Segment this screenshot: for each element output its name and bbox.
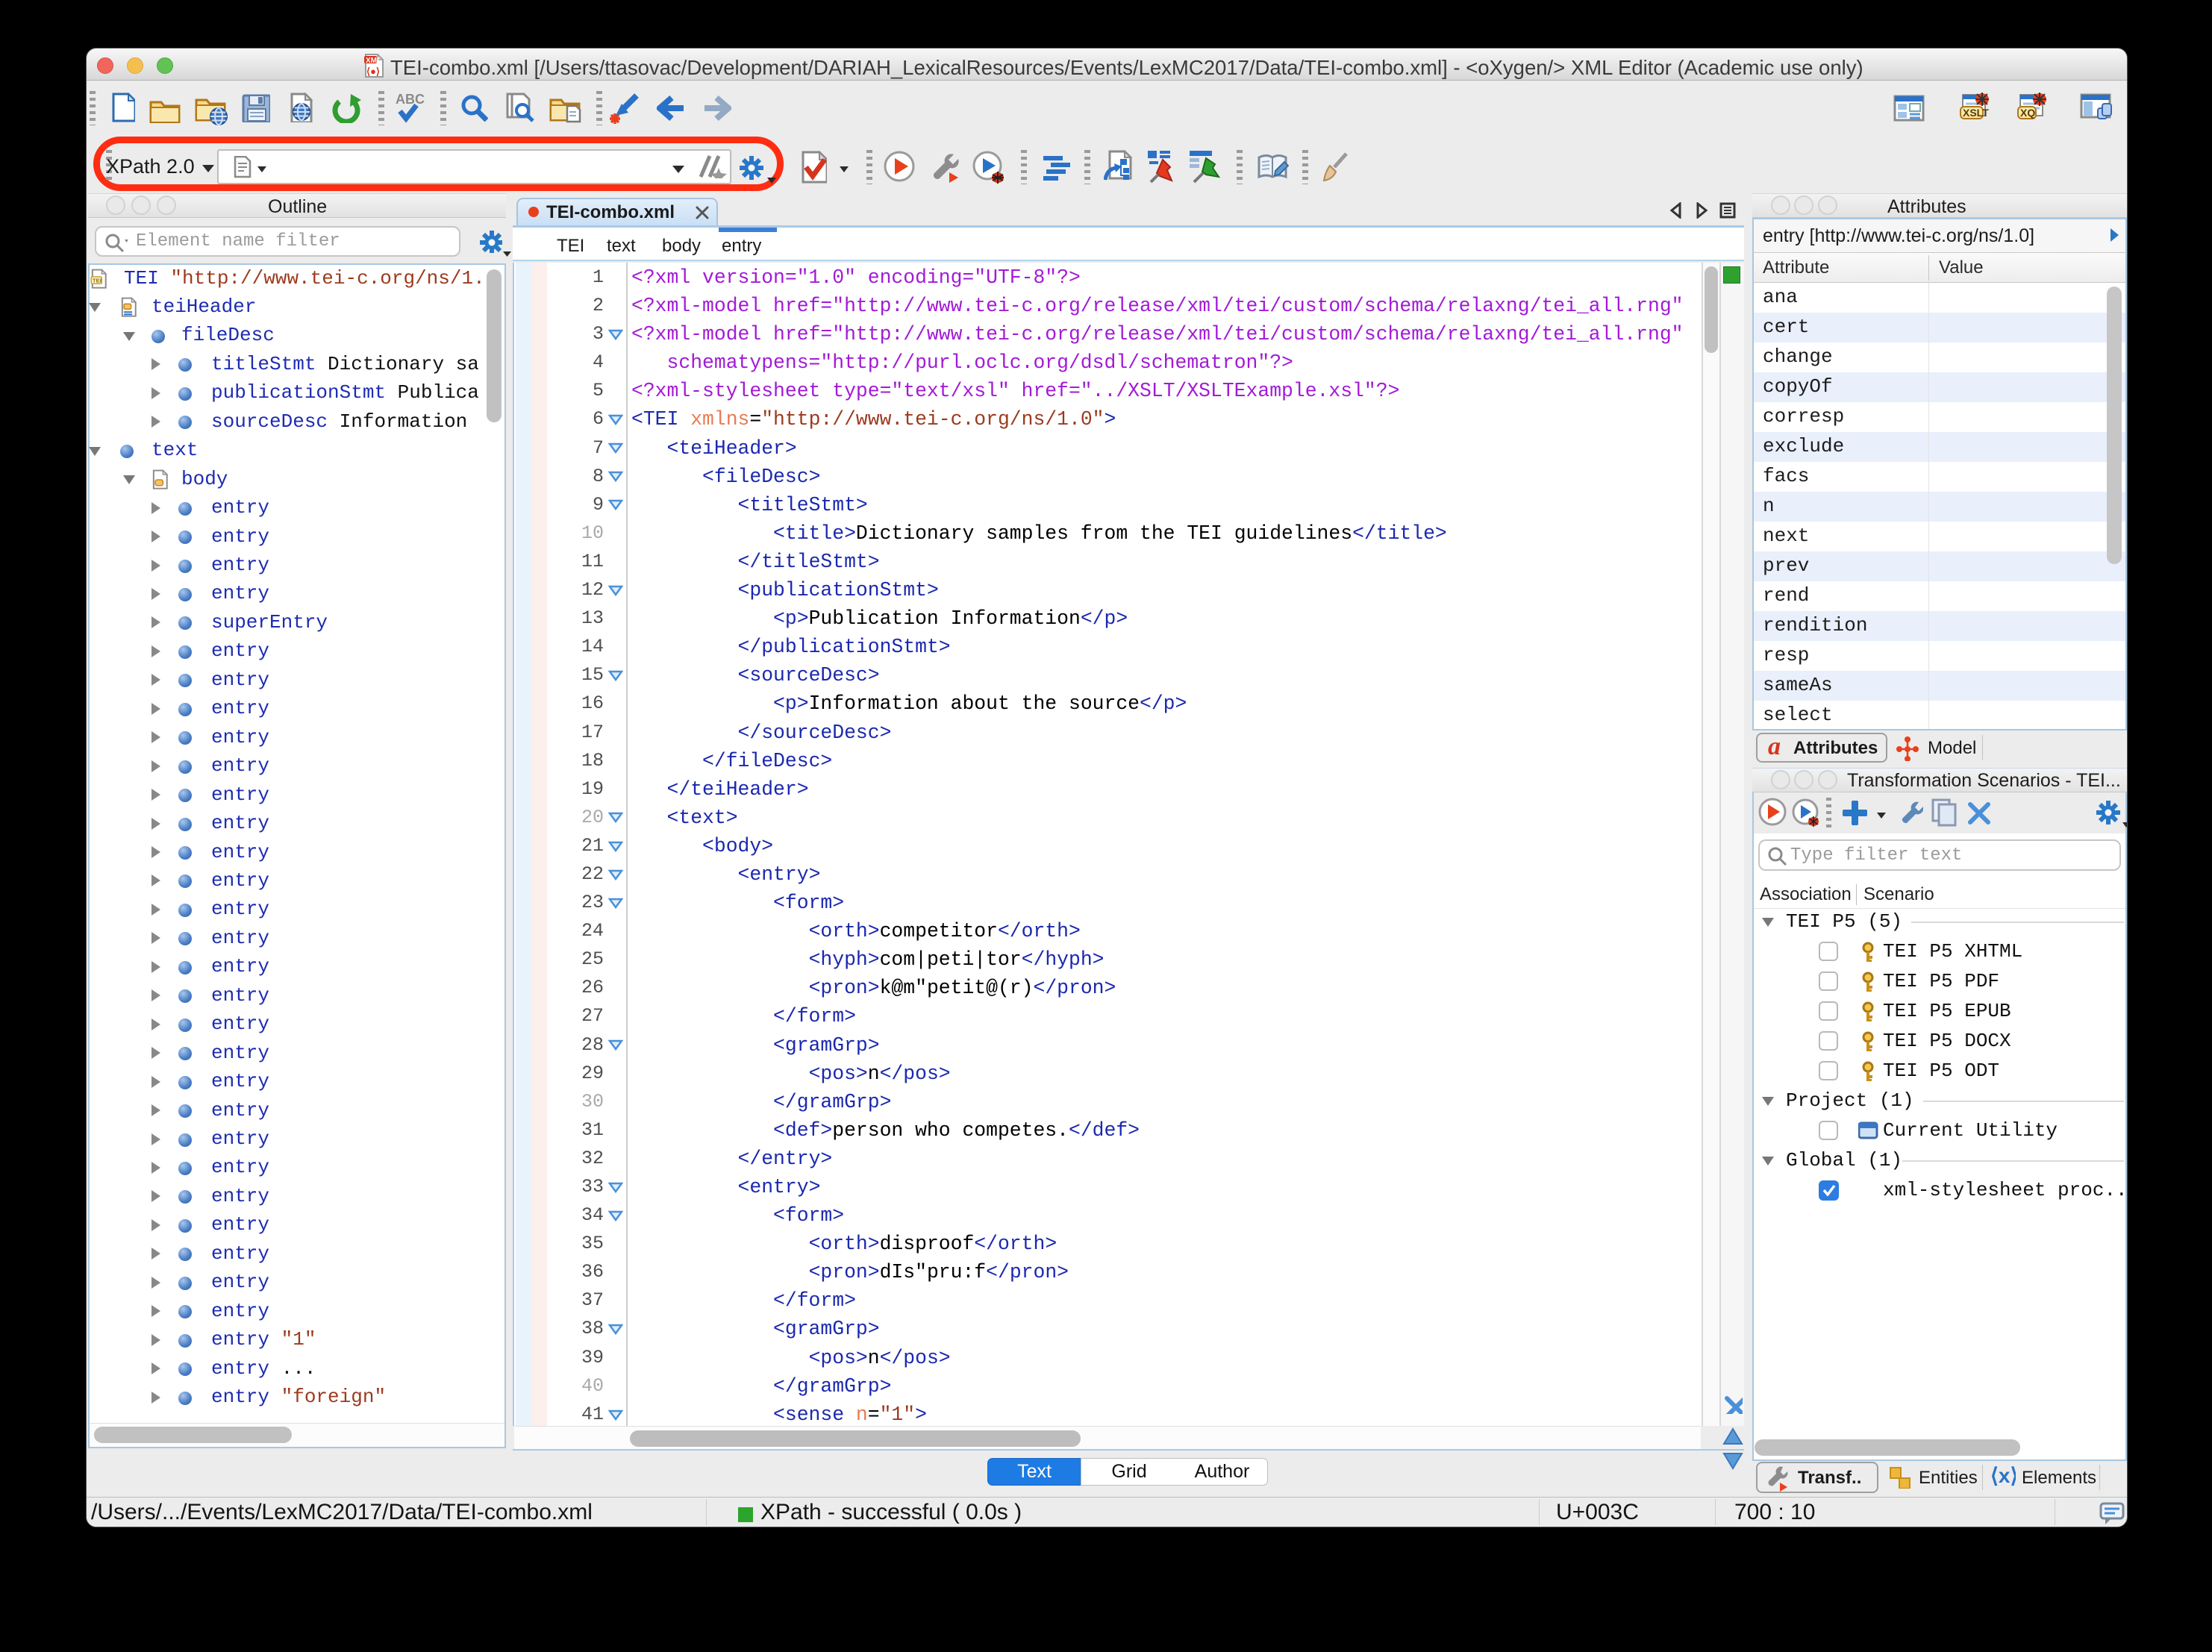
svg-text:⟨x⟩: ⟨x⟩: [1990, 1465, 2016, 1487]
svg-text:ABC: ABC: [396, 92, 425, 107]
svg-text:XSLT: XSLT: [1963, 107, 1989, 119]
svg-text:a: a: [1768, 735, 1781, 759]
svg-text:XML: XML: [366, 57, 381, 65]
svg-text:XQ: XQ: [2020, 107, 2035, 119]
svg-text:⟨●⟩: ⟨●⟩: [366, 66, 380, 77]
svg-text:TEI: TEI: [93, 278, 101, 284]
